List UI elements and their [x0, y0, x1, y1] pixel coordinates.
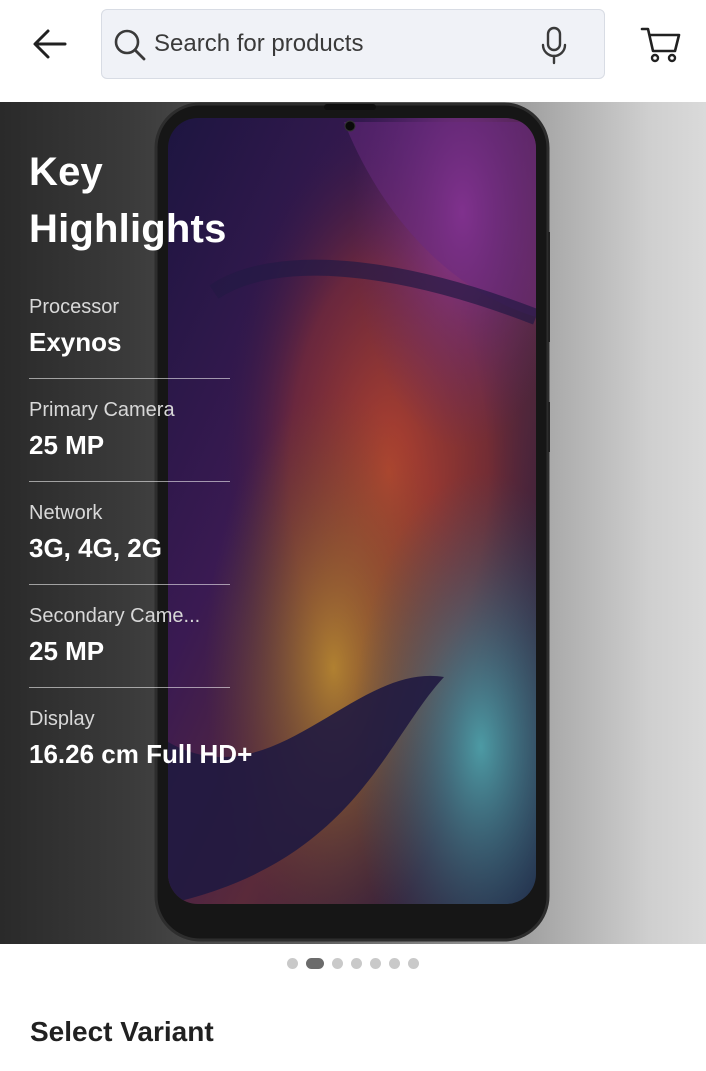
carousel-dot[interactable] — [332, 957, 343, 969]
search-bar[interactable] — [101, 9, 605, 79]
carousel-dot[interactable] — [408, 957, 419, 969]
highlight-value: Exynos — [29, 327, 122, 357]
carousel-dot[interactable] — [389, 957, 400, 969]
highlight-secondary-camera: Secondary Came... 25 MP — [29, 603, 230, 688]
highlight-value: 16.26 cm Full HD+ — [29, 739, 253, 769]
highlight-value: 3G, 4G, 2G — [29, 533, 162, 563]
carousel-pagination — [0, 956, 706, 970]
back-arrow-icon — [33, 29, 67, 59]
cart-icon — [640, 27, 681, 63]
highlight-label: Display — [29, 708, 95, 730]
highlight-value: 25 MP — [29, 636, 105, 666]
highlight-label: Network — [29, 502, 103, 524]
highlight-label: Primary Camera — [29, 399, 175, 421]
cart-button[interactable] — [636, 20, 686, 70]
title-line-1: Key — [29, 150, 103, 194]
highlight-primary-camera: Primary Camera 25 MP — [29, 397, 230, 482]
carousel-dot[interactable] — [370, 957, 381, 969]
carousel-dot[interactable] — [351, 957, 362, 969]
key-highlights-title: Key Highlights — [29, 144, 359, 258]
carousel-dot-active[interactable] — [306, 957, 324, 969]
highlight-label: Secondary Came... — [29, 605, 201, 627]
highlight-network: Network 3G, 4G, 2G — [29, 500, 230, 585]
highlights-list: Processor Exynos Primary Camera 25 MP Ne… — [29, 294, 359, 790]
search-input[interactable] — [154, 10, 534, 78]
highlight-display: Display 16.26 cm Full HD+ — [29, 706, 253, 790]
highlight-label: Processor — [29, 296, 120, 318]
carousel-dot[interactable] — [287, 957, 298, 969]
search-icon — [114, 29, 146, 61]
title-line-2: Highlights — [29, 207, 227, 251]
top-app-bar — [0, 0, 706, 102]
product-image-carousel[interactable]: Key Highlights Processor Exynos Primary … — [0, 102, 706, 944]
select-variant-heading: Select Variant — [30, 1016, 214, 1047]
voice-search-button[interactable] — [534, 24, 574, 68]
highlight-value: 25 MP — [29, 430, 105, 460]
mic-icon — [541, 26, 567, 65]
highlight-processor: Processor Exynos — [29, 294, 230, 379]
key-highlights-panel: Key Highlights Processor Exynos Primary … — [29, 144, 359, 808]
back-button[interactable] — [26, 22, 74, 66]
